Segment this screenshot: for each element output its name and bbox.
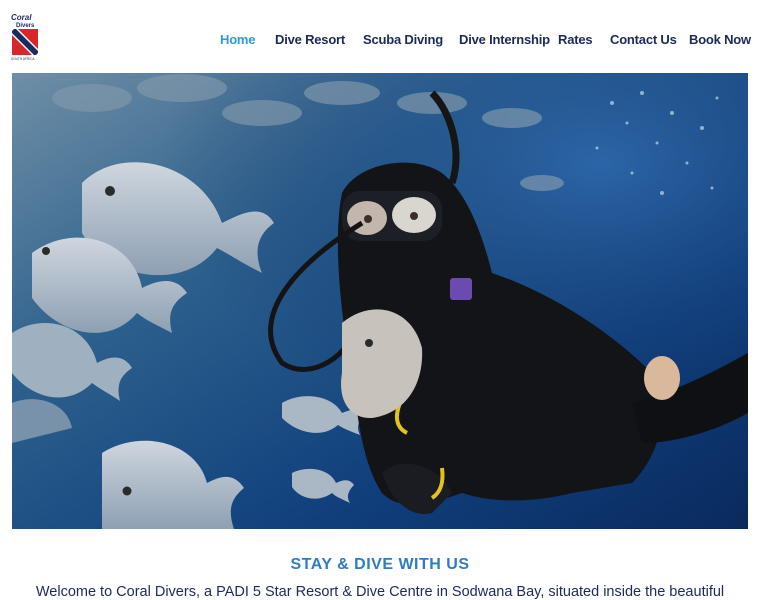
nav-rates[interactable]: Rates xyxy=(558,32,593,47)
logo-line2: Divers xyxy=(16,23,35,29)
nav-scuba-diving[interactable]: Scuba Diving xyxy=(363,32,443,47)
hero-image xyxy=(12,73,748,529)
site-header: Coral Divers SOUTH AFRICA Home Dive Reso… xyxy=(0,0,760,72)
section-heading: STAY & DIVE WITH US xyxy=(290,556,470,573)
main-nav: Home Dive Resort Scuba Diving Dive Inter… xyxy=(0,32,760,50)
nav-dive-resort[interactable]: Dive Resort xyxy=(275,32,345,47)
intro-text: Welcome to Coral Divers, a PADI 5 Star R… xyxy=(35,584,725,600)
logo-sub: SOUTH AFRICA xyxy=(11,57,35,61)
nav-book-now[interactable]: Book Now xyxy=(689,32,751,47)
nav-contact-us[interactable]: Contact Us xyxy=(610,32,677,47)
logo-line1: Coral xyxy=(11,13,32,22)
nav-dive-internship[interactable]: Dive Internship xyxy=(459,32,550,47)
nav-home[interactable]: Home xyxy=(220,32,256,47)
